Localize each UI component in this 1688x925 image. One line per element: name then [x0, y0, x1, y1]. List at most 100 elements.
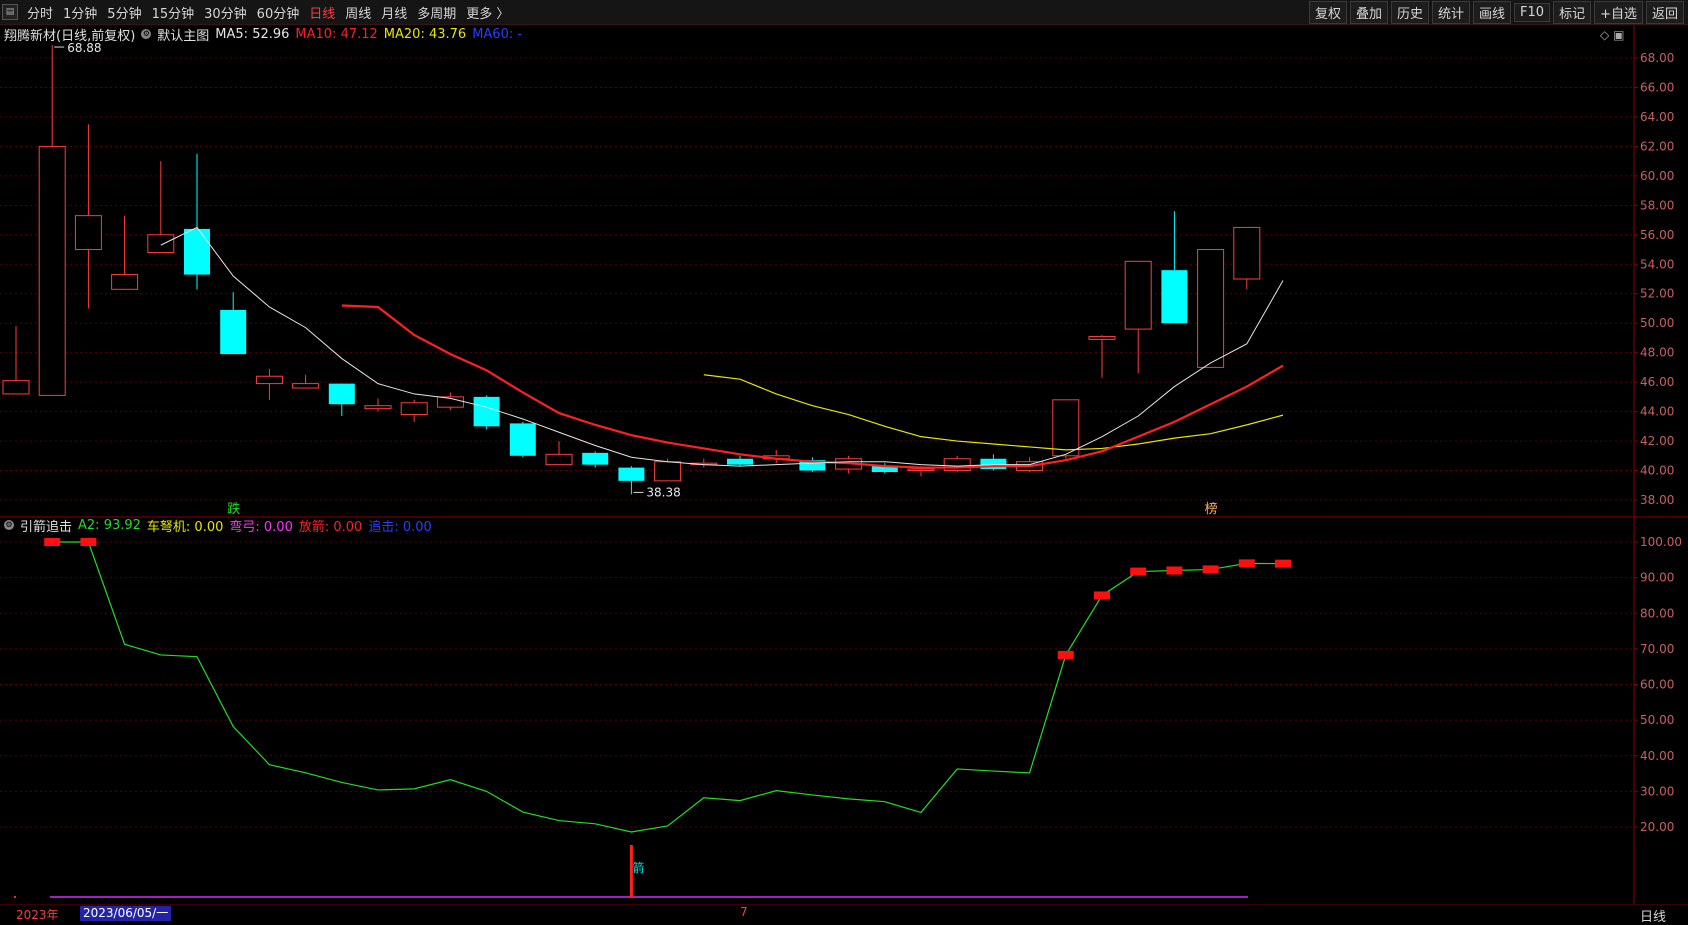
candle-body-down [727, 458, 753, 465]
candle-body-down [473, 396, 500, 427]
price-tick-label: 48.00 [1640, 346, 1674, 360]
main-legend: 翔腾新材(日线,前复权) ⚙ 默认主图 MA5: 52.96 MA10: 47.… [4, 25, 528, 44]
sub-tick-label: 70.00 [1640, 642, 1674, 656]
a2-signal-box [1057, 650, 1074, 659]
candle-body-up [400, 402, 428, 416]
ma60-value: MA60: - [472, 26, 523, 42]
sub-indicator-name[interactable]: 引箭追击 [20, 516, 72, 535]
sub-tick-label: 80.00 [1640, 606, 1674, 620]
sub-tick-label: 60.00 [1640, 678, 1674, 692]
che-value: 车弩机: 0.00 [146, 519, 224, 535]
a2-signal-box [1238, 559, 1255, 568]
candle-body-up [74, 215, 102, 251]
period-tab-5[interactable]: 60分钟 [252, 3, 305, 22]
toolbar-action-7[interactable]: +自选 [1594, 0, 1643, 24]
period-tab-4[interactable]: 30分钟 [199, 3, 252, 22]
price-tick-label: 40.00 [1640, 464, 1674, 478]
zero-dot [14, 896, 16, 898]
cursor-marker: 7 [740, 905, 748, 919]
price-tick-label: 60.00 [1640, 169, 1674, 183]
toolbar-action-4[interactable]: 画线 [1473, 0, 1512, 24]
period-tab-1[interactable]: 1分钟 [58, 3, 102, 22]
a2-signal-box [1166, 566, 1183, 575]
candle-body-up [1088, 335, 1116, 340]
candle-body-up [1233, 226, 1261, 280]
toolbar-action-5[interactable]: F10 [1514, 2, 1551, 22]
candle-body-up [907, 468, 935, 472]
period-tab-2[interactable]: 5分钟 [102, 3, 146, 22]
price-tick-label: 42.00 [1640, 434, 1674, 448]
a2-signal-box [80, 538, 97, 546]
a2-line [52, 541, 1284, 833]
toolbar-action-1[interactable]: 叠加 [1349, 0, 1388, 24]
sub-tick-label: 40.00 [1640, 749, 1674, 763]
ma5-value: MA5: 52.96 [215, 26, 290, 42]
price-tick-label: 44.00 [1640, 405, 1674, 419]
fang-value: 放箭: 0.00 [298, 519, 363, 535]
toolbar-action-8[interactable]: 返回 [1645, 0, 1684, 24]
candle-body-down [509, 423, 536, 456]
settings-icon[interactable]: ⚙ [141, 29, 152, 39]
sub-tick-label: 90.00 [1640, 571, 1674, 585]
bang-marker: 榜 [1205, 501, 1218, 517]
price-tick-label: 38.00 [1640, 493, 1674, 507]
candle-body-down [618, 467, 645, 481]
ma10-value: MA10: 47.12 [295, 26, 378, 42]
candle-body-up [111, 274, 139, 290]
price-tick-label: 50.00 [1640, 316, 1674, 330]
candle-body-up [147, 234, 175, 253]
window-controls: ◇ ▣ [1600, 28, 1624, 42]
arrow-label: 箭 [632, 860, 644, 875]
year-label: 2023年 [16, 908, 59, 922]
candle-body-up [1124, 260, 1152, 330]
sub-tick-label: 20.00 [1640, 820, 1674, 834]
period-tab-3[interactable]: 15分钟 [147, 3, 200, 22]
ma5-line [160, 226, 1284, 467]
period-tabs: ▤ 分时 1分钟 5分钟 15分钟 30分钟 60分钟 日线 周线 月线 多周期 更多 〉 [0, 0, 514, 24]
top-toolbar: ▤ 分时 1分钟 5分钟 15分钟 30分钟 60分钟 日线 周线 月线 多周期 更多 〉 复权 叠加… [0, 0, 1688, 25]
kline-chart[interactable]: 38.00 40.00 42.00 44.00 46.00 48.00 50.00 52.00… [0, 24, 1688, 904]
candle-body-up [943, 458, 971, 472]
a2-value: A2: 93.92 [78, 517, 141, 533]
price-tick-label: 46.00 [1640, 375, 1674, 389]
restore-icon[interactable]: ▣ [1613, 28, 1624, 42]
candle-body-up [292, 383, 320, 389]
cursor-date: 2023/06/05/一 [80, 906, 172, 921]
period-tab-6[interactable]: 日线 [304, 3, 340, 22]
period-tab-10[interactable]: 更多 〉 [461, 3, 514, 22]
period-tab-7[interactable]: 周线 [340, 3, 376, 22]
price-tick-label: 52.00 [1640, 287, 1674, 301]
toolbar-actions: 复权 叠加 历史 统计 画线 F10 标记 +自选 返回 [1306, 0, 1684, 24]
sub-tick-label: 100.00 [1640, 535, 1682, 549]
stock-title: 翔腾新材(日线,前复权) [4, 28, 136, 44]
price-tick-label: 54.00 [1640, 257, 1674, 271]
toolbar-action-2[interactable]: 历史 [1390, 0, 1429, 24]
period-tab-9[interactable]: 多周期 [412, 3, 461, 22]
sub-legend: ⚙ 引箭追击 A2: 93.92 车弩机: 0.00 弯弓: 0.00 放箭: … [4, 516, 438, 535]
wan-value: 弯弓: 0.00 [229, 519, 293, 535]
candle-body-up [1052, 399, 1080, 457]
candle-body-down [184, 228, 210, 275]
toolbar-action-3[interactable]: 统计 [1432, 0, 1471, 24]
period-tab-8[interactable]: 月线 [376, 3, 412, 22]
price-tick-label: 68.00 [1640, 51, 1674, 65]
period-tab-0[interactable]: 分时 [22, 3, 58, 22]
ma20-value: MA20: 43.76 [383, 26, 467, 42]
candle-body-down [1161, 270, 1188, 324]
period-label[interactable]: 日线 [1640, 906, 1666, 925]
price-tick-label: 64.00 [1640, 110, 1674, 124]
menu-icon[interactable]: ▤ [2, 4, 18, 20]
diamond-icon[interactable]: ◇ [1600, 28, 1609, 42]
low-label: 38.38 [646, 485, 680, 499]
candle-body-up [2, 380, 30, 395]
indicator-name[interactable]: 默认主图 [157, 25, 209, 44]
settings-icon[interactable]: ⚙ [4, 520, 14, 530]
toolbar-action-6[interactable]: 标记 [1553, 0, 1592, 24]
candle-body-up [1197, 249, 1225, 368]
sub-tick-label: 50.00 [1640, 713, 1674, 727]
toolbar-action-0[interactable]: 复权 [1308, 0, 1347, 24]
candle-body-up [545, 453, 573, 466]
candle-body-up [38, 145, 66, 396]
candle-body-up [654, 461, 682, 482]
zhui-value: 追击: 0.00 [368, 519, 432, 535]
